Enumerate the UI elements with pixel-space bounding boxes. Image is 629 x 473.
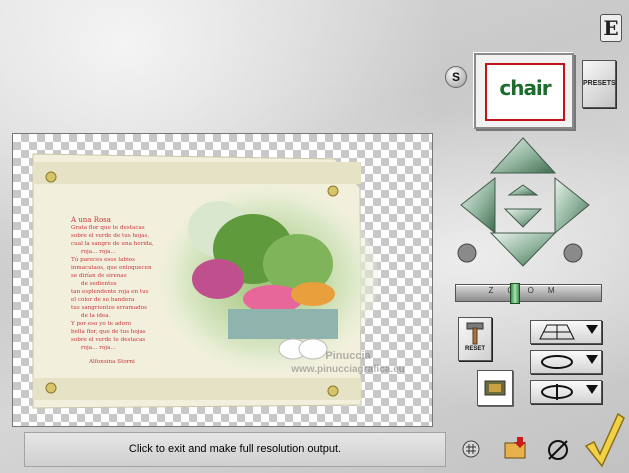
center-down-button[interactable] [503, 208, 543, 228]
app-logo-icon: E [600, 14, 622, 42]
poem-line: Y por eso yo te adoro [71, 321, 132, 327]
poem-line: cual la sangre de una herida, [71, 241, 154, 247]
checkmark-icon[interactable] [582, 410, 626, 470]
grid-mode-dropdown[interactable] [530, 320, 602, 344]
preset-thumbnail-image: chair [485, 63, 565, 121]
hammer-icon [466, 322, 484, 345]
rotate-right-button[interactable] [563, 243, 583, 263]
perspective-grid-icon [539, 324, 575, 340]
zoom-label: ZOOM [488, 286, 569, 295]
s-button[interactable]: S [445, 66, 467, 88]
poem-line: roja... roja... [81, 345, 116, 351]
preset-thumbnail[interactable]: chair [474, 53, 574, 129]
poem-line: inmaculaos, que enloquecen [71, 265, 152, 271]
poem-line: de sedientos [81, 281, 117, 287]
chevron-down-icon [586, 385, 598, 394]
poem-line: se dirían de sirenas [71, 273, 127, 279]
status-bar[interactable]: Click to exit and make full resolution o… [24, 432, 446, 467]
poem-title: A una Rosa [71, 216, 111, 224]
poem-line: Grata flor que te destacas [71, 225, 145, 231]
preview-canvas[interactable]: A una Rosa Grata flor que te destacas so… [12, 133, 433, 427]
poem-line: tan esplendente roja en tus [71, 289, 149, 295]
arrow-right-button[interactable] [554, 176, 590, 235]
poem-author: Alfonsina Storni [89, 359, 135, 365]
status-text: Click to exit and make full resolution o… [128, 443, 342, 455]
poem-line: de la idea. [81, 313, 111, 319]
poem-line: bella flor, que de tus hojas [71, 329, 146, 335]
zoom-slider[interactable]: ZOOM [455, 283, 602, 304]
direction-pad [457, 137, 590, 267]
rotate-icon [541, 355, 573, 369]
watermark-url: www.pinucciagrafica.eu [291, 364, 405, 375]
presets-button[interactable]: PRESETS [582, 60, 616, 108]
image-icon [484, 380, 506, 396]
center-up-button[interactable] [507, 184, 539, 196]
chevron-down-icon [586, 355, 598, 364]
zoom-slider-thumb[interactable] [510, 283, 520, 304]
chevron-down-icon [586, 325, 598, 334]
poem-line: roja... roja... [81, 249, 116, 255]
rotate-mode-dropdown[interactable] [530, 350, 602, 374]
watermark-name: Pinuccia [325, 350, 371, 362]
flip-mode-dropdown[interactable] [530, 380, 602, 404]
flip-icon [541, 384, 573, 400]
poem-line: el color de su bandera [71, 297, 135, 303]
poem-block: A una Rosa Grata flor que te destacas so… [71, 216, 196, 366]
arrow-down-button[interactable] [489, 232, 557, 267]
poem-line: sobre el verde de tus hojas, [71, 233, 150, 239]
folder-open-icon[interactable] [503, 435, 529, 461]
grid-icon[interactable] [462, 440, 480, 458]
reset-button[interactable]: RESET [458, 317, 492, 361]
image-preview-button[interactable] [477, 370, 513, 406]
preset-thumbnail-text: chair [499, 76, 551, 100]
poem-line: sobre el verde te destacas [71, 337, 146, 343]
arrow-up-button[interactable] [489, 137, 557, 174]
arrow-left-button[interactable] [460, 176, 496, 235]
poem-line: tus sangrientos erramados [71, 305, 147, 311]
rotate-left-button[interactable] [457, 243, 477, 263]
clear-icon[interactable] [545, 437, 571, 463]
poem-line: Tú pareces esos labios [71, 257, 136, 263]
watermark: Pinuccia www.pinucciagrafica.eu [248, 350, 448, 376]
reset-label: RESET [464, 346, 485, 352]
